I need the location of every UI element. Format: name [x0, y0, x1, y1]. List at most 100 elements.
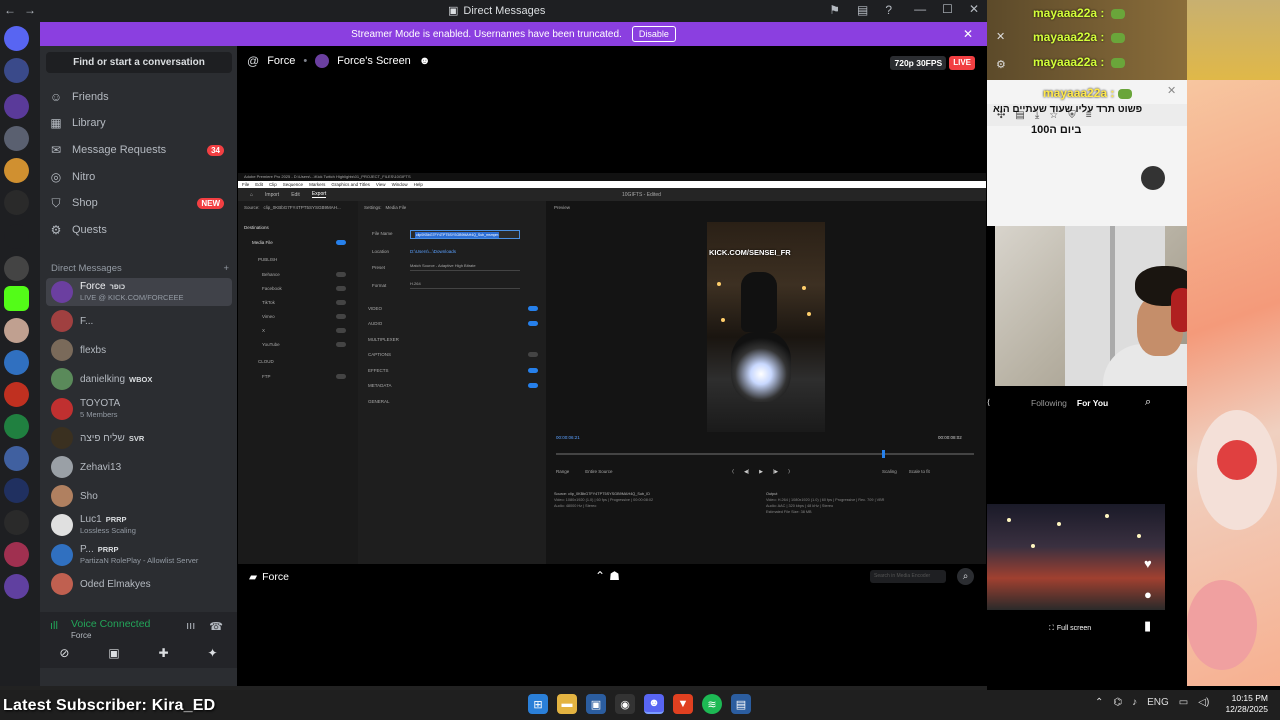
- chevron-up-icon[interactable]: ⌃: [595, 569, 605, 583]
- screen-share-icon[interactable]: ▣: [108, 646, 119, 660]
- brave-icon[interactable]: ▼: [673, 694, 693, 714]
- store-icon[interactable]: ▣: [586, 694, 606, 714]
- dm-item[interactable]: Sho: [46, 482, 232, 510]
- effects-toggle[interactable]: [528, 368, 538, 373]
- full-screen-button[interactable]: ⛶ Full screen: [1049, 625, 1091, 633]
- menu-item[interactable]: View: [376, 181, 386, 188]
- create-dm-button[interactable]: +: [223, 263, 229, 274]
- toggle[interactable]: [336, 272, 346, 277]
- destination-item[interactable]: Facebook: [262, 286, 282, 291]
- shared-screen-premiere[interactable]: Adobe Premiere Pro 2025 - D:\Users\...\K…: [238, 173, 986, 564]
- menu-item[interactable]: Edit: [255, 181, 263, 188]
- destination-item[interactable]: X: [262, 328, 265, 333]
- server-icon[interactable]: [4, 350, 29, 375]
- discord-taskbar-icon[interactable]: ☻: [644, 694, 664, 714]
- media-encoder-search[interactable]: Search in Media Encoder: [870, 570, 946, 583]
- tiktok-video[interactable]: [987, 504, 1165, 610]
- activities-icon[interactable]: ✚: [159, 646, 169, 660]
- network-icon[interactable]: ⌬: [1113, 697, 1122, 708]
- windows-start-icon[interactable]: ⊞: [528, 694, 548, 714]
- kick-server-icon[interactable]: [4, 286, 29, 311]
- menu-item[interactable]: Window: [392, 181, 408, 188]
- toggle[interactable]: [336, 328, 346, 333]
- dm-item[interactable]: flexbs: [46, 336, 232, 364]
- voice-channel-name[interactable]: Force: [71, 631, 91, 640]
- noise-suppression-icon[interactable]: ııı: [186, 620, 195, 633]
- like-icon[interactable]: ♥: [1144, 556, 1152, 571]
- toggle[interactable]: [336, 286, 346, 291]
- server-icon[interactable]: [4, 318, 29, 343]
- minimize-icon[interactable]: —: [914, 2, 926, 16]
- maximize-icon[interactable]: ☐: [942, 2, 953, 16]
- section-video[interactable]: VIDEO: [368, 306, 382, 311]
- camera-off-icon[interactable]: ⊘: [59, 646, 69, 660]
- section-metadata[interactable]: METADATA: [368, 383, 392, 388]
- pin-icon[interactable]: ⚑: [829, 3, 840, 17]
- dm-item[interactable]: Luc1 PRRP Lossless Scaling: [46, 511, 232, 539]
- language-indicator[interactable]: ENG: [1147, 697, 1169, 708]
- dm-item[interactable]: TOYOTA 5 Members: [46, 395, 232, 423]
- section-captions[interactable]: CAPTIONS: [368, 352, 391, 357]
- nav-library[interactable]: ▦ Library: [48, 112, 230, 134]
- display-icon[interactable]: ▭: [1179, 697, 1188, 708]
- section-multiplexer[interactable]: MULTIPLEXER: [368, 337, 399, 342]
- format-dropdown[interactable]: H.264: [410, 281, 520, 289]
- nav-shop[interactable]: ⛉ Shop NEW: [48, 192, 230, 214]
- playhead[interactable]: [882, 450, 885, 458]
- audio-toggle[interactable]: [528, 321, 538, 326]
- server-icon[interactable]: [4, 94, 29, 119]
- server-icon[interactable]: [4, 414, 29, 439]
- dm-item[interactable]: שליח פיצה SVR: [46, 424, 232, 452]
- server-icon[interactable]: [4, 190, 29, 215]
- out-point-icon[interactable]: ⟩: [788, 469, 790, 475]
- chevron-up-icon[interactable]: ⌃: [1095, 697, 1103, 708]
- close-window-icon[interactable]: ✕: [969, 2, 979, 16]
- server-icon[interactable]: [4, 382, 29, 407]
- dm-item[interactable]: F...: [46, 307, 232, 335]
- menu-item[interactable]: File: [242, 181, 249, 188]
- destination-item[interactable]: Media File: [252, 240, 273, 245]
- section-general[interactable]: GENERAL: [368, 399, 390, 404]
- destination-item[interactable]: YouTube: [262, 342, 280, 347]
- nav-quests[interactable]: ⚙ Quests: [48, 219, 230, 241]
- microphone-icon[interactable]: ♪: [1132, 697, 1137, 708]
- find-conversation-button[interactable]: Find or start a conversation: [46, 52, 232, 73]
- captions-toggle[interactable]: [528, 352, 538, 357]
- server-icon[interactable]: [4, 478, 29, 503]
- save-icon[interactable]: ▮: [1144, 618, 1152, 634]
- tab-edit[interactable]: Edit: [291, 192, 300, 198]
- preview-timeline[interactable]: [556, 450, 974, 458]
- step-forward-icon[interactable]: |▶: [773, 469, 778, 475]
- section-audio[interactable]: AUDIO: [368, 321, 382, 326]
- scaling-dropdown[interactable]: Scale to fit: [909, 469, 930, 474]
- nav-arrows[interactable]: ←→: [4, 3, 44, 17]
- disconnect-icon[interactable]: ☎: [209, 620, 223, 633]
- discord-home-icon[interactable]: [4, 26, 29, 51]
- toggle[interactable]: [336, 300, 346, 305]
- destination-item[interactable]: Behance: [262, 272, 280, 277]
- in-point-icon[interactable]: ⟨: [732, 469, 734, 475]
- server-icon[interactable]: [4, 574, 29, 599]
- close-icon[interactable]: ✕: [996, 30, 1005, 43]
- notepad-icon[interactable]: ▤: [731, 694, 751, 714]
- close-icon[interactable]: ✕: [1167, 84, 1176, 97]
- file-name-input[interactable]: clip0KBbG7FY4TPT5SYSGB9MAH4Q_Sub_msmpm: [410, 230, 520, 239]
- server-icon[interactable]: [4, 224, 29, 249]
- profile-avatar[interactable]: [1141, 166, 1165, 190]
- obs-icon[interactable]: ◉: [615, 694, 635, 714]
- tab-export[interactable]: Export: [311, 191, 327, 198]
- menu-item[interactable]: Help: [414, 181, 423, 188]
- server-icon[interactable]: [4, 256, 29, 281]
- dm-item[interactable]: Oded Elmakyes: [46, 570, 232, 598]
- metadata-toggle[interactable]: [528, 383, 538, 388]
- nav-message-requests[interactable]: ✉ Message Requests 34: [48, 139, 230, 161]
- stream-channel-label[interactable]: ▰ Force: [249, 571, 289, 583]
- volume-icon[interactable]: ◁): [1198, 697, 1209, 708]
- toggle[interactable]: [336, 314, 346, 319]
- video-toggle[interactable]: [528, 306, 538, 311]
- dm-item[interactable]: Zehavi13: [46, 453, 232, 481]
- menu-item[interactable]: Graphics and Titles: [331, 181, 370, 188]
- server-icon[interactable]: [4, 126, 29, 151]
- tab-following[interactable]: Following: [1031, 398, 1067, 408]
- location-link[interactable]: D:\Users\...\Downloads: [410, 249, 456, 254]
